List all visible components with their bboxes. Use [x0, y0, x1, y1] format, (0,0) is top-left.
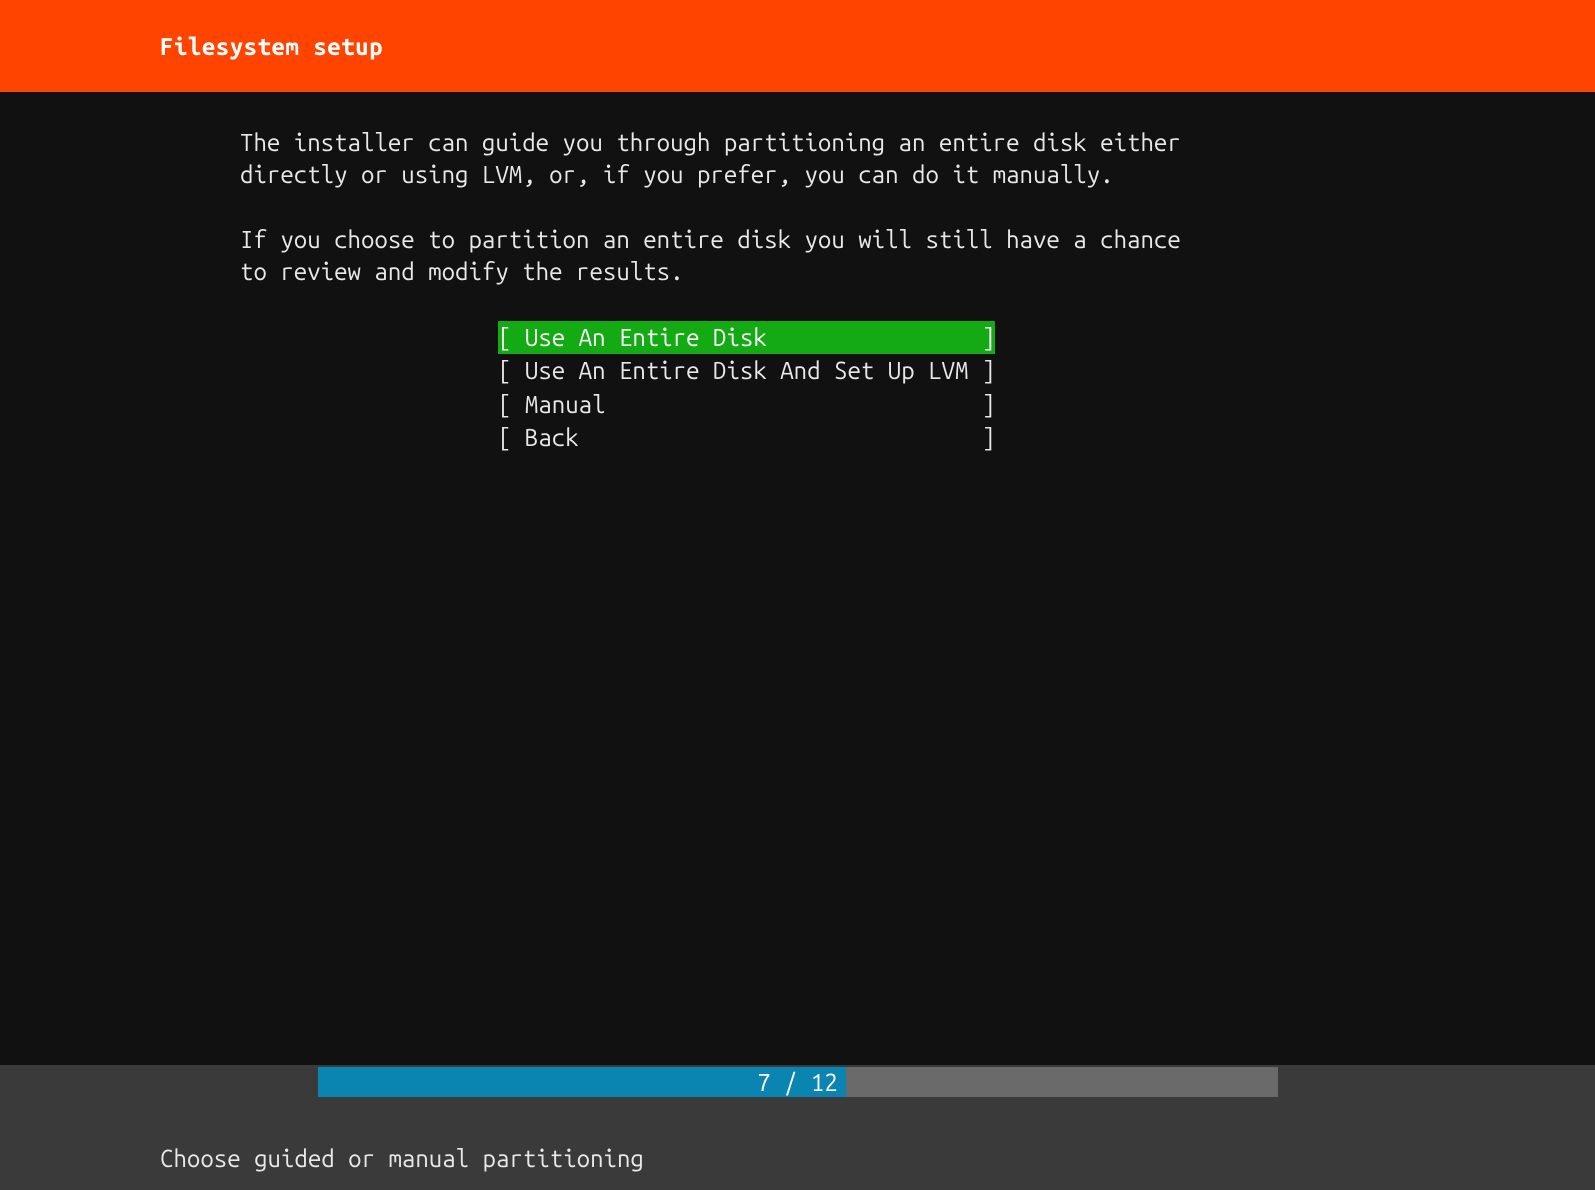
progress-row: 7 / 12 [0, 1065, 1595, 1097]
footer-bar: 7 / 12 Choose guided or manual partition… [0, 1065, 1595, 1190]
progress-track: 7 / 12 [318, 1067, 1278, 1097]
menu-item-back[interactable]: [ Back ] [498, 421, 995, 455]
intro-paragraph-1: The installer can guide you through part… [240, 127, 1435, 192]
menu-item-use-an-entire-disk-and-set-up-lvm[interactable]: [ Use An Entire Disk And Set Up LVM ] [498, 354, 995, 388]
partitioning-menu: [ Use An Entire Disk ][ Use An Entire Di… [498, 321, 995, 455]
content-area: The installer can guide you through part… [0, 92, 1595, 455]
menu-item-use-an-entire-disk[interactable]: [ Use An Entire Disk ] [498, 321, 995, 355]
header-bar: Filesystem setup [0, 0, 1595, 92]
menu-item-manual[interactable]: [ Manual ] [498, 388, 995, 422]
footer-hint: Choose guided or manual partitioning [160, 1145, 644, 1172]
page-title: Filesystem setup [160, 33, 383, 60]
intro-paragraph-2: If you choose to partition an entire dis… [240, 224, 1435, 289]
progress-label: 7 / 12 [318, 1067, 1278, 1097]
